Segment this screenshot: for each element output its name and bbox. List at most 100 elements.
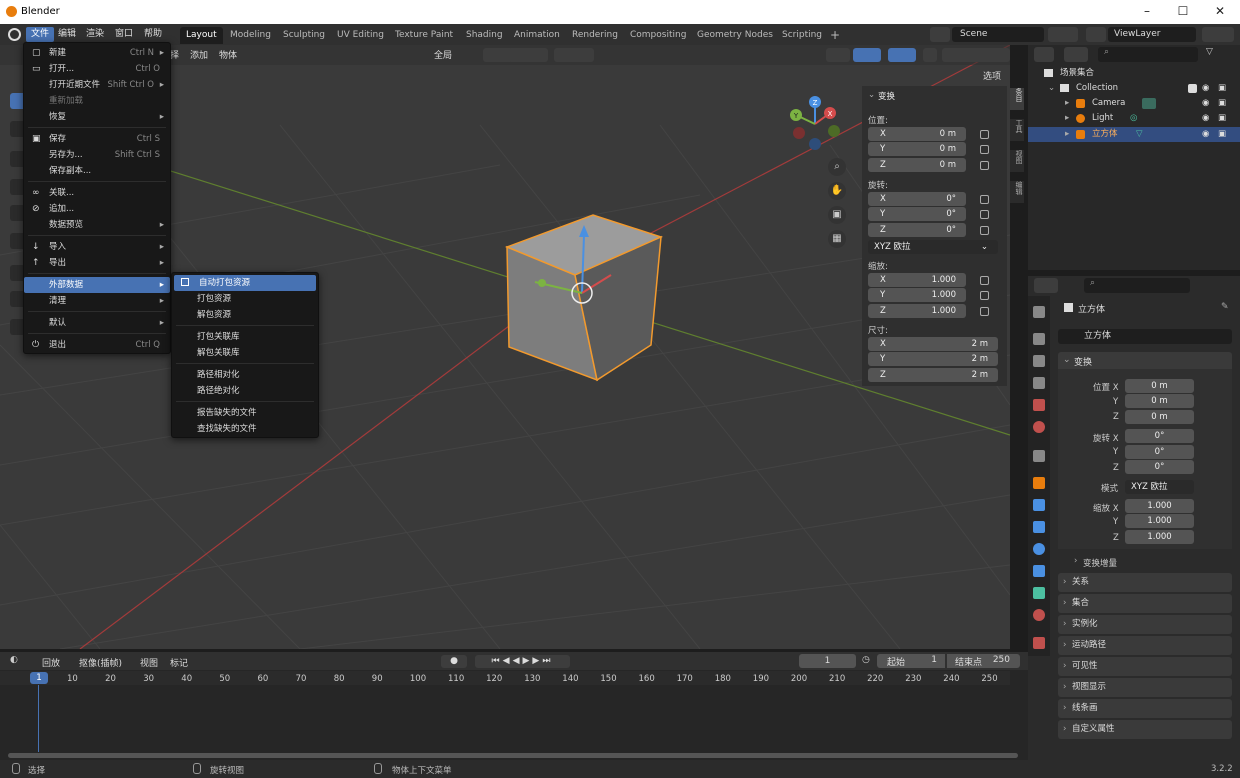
dimensions-y-field[interactable]: Y2 m [868,352,998,366]
eye-icon[interactable]: ◉ [1202,111,1209,126]
prop-rotation-x-field[interactable]: 0° [1125,429,1194,443]
editor-type-icon[interactable] [1034,278,1058,293]
playback-menu[interactable]: 回放 [42,656,60,669]
view-menu[interactable]: 视图 [140,656,158,669]
tab-layout[interactable]: Layout [180,27,223,44]
shading-mode-icons[interactable] [942,48,1010,62]
playback-controls[interactable]: ⏮◀◀▶▶⏭ [475,655,570,668]
proportional-edit-icon[interactable] [554,48,594,62]
menu-defaults[interactable]: 默认 ▸ [24,315,170,331]
sidebar-tab-edit[interactable]: 编辑 [1010,181,1024,203]
menu-import[interactable]: ↓ 导入 ▸ [24,239,170,255]
outliner-camera[interactable]: ▸ Camera ◉ ▣ [1028,96,1240,111]
overlay-toggle-icon[interactable] [888,48,916,62]
lock-icon[interactable] [980,210,989,219]
tab-scripting[interactable]: Scripting [776,27,828,44]
scale-z-field[interactable]: Z 1.000 [868,304,966,318]
lock-icon[interactable] [980,291,989,300]
scale-y-field[interactable]: Y 1.000 [868,288,966,302]
filter-icon[interactable]: ▽ [1206,47,1234,62]
sidebar-tab-item[interactable]: 条目 [1010,88,1024,110]
cube-object[interactable] [495,205,675,385]
tab-rendering[interactable]: Rendering [566,27,624,44]
display-mode-icon[interactable] [1064,47,1088,62]
gizmo-toggle-icon[interactable] [853,48,881,62]
location-z-field[interactable]: Z0 m [868,158,966,172]
tab-texture-paint[interactable]: Texture Paint [389,27,459,44]
menu-external-data[interactable]: 外部数据 ▸ [24,277,170,293]
menu-recover[interactable]: 恢复 ▸ [24,109,170,125]
section-custom-properties[interactable]: › 自定义属性 [1058,720,1232,739]
marker-menu[interactable]: 标记 [170,656,188,669]
texture-tab-icon[interactable] [1033,637,1045,649]
rotation-z-field[interactable]: Z 0° [868,223,966,237]
scene-selector-icon[interactable] [930,27,950,42]
transform-orientation-dropdown[interactable]: 全局 [418,48,478,63]
tab-modeling[interactable]: Modeling [224,27,277,44]
tool-tab-icon[interactable] [1033,306,1045,318]
viewlayer-field[interactable]: ViewLayer [1108,27,1196,42]
keying-menu[interactable]: 抠像(插帧) [79,656,122,669]
rotation-y-field[interactable]: Y 0° [868,207,966,221]
lock-icon[interactable] [980,130,989,139]
render-tab-icon[interactable] [1033,333,1045,345]
menu-render[interactable]: 渲染 [81,27,109,42]
outliner-cube[interactable]: ▸ 立方体 ▽ ◉ ▣ [1028,127,1240,142]
camera-view-icon[interactable]: ▣ [828,206,846,224]
menu-autopack[interactable]: 自动打包资源 [174,275,316,291]
close-button[interactable]: ✕ [1213,4,1227,18]
section-viewport-display[interactable]: › 视图显示 [1058,678,1232,697]
viewport-menu-add[interactable]: 添加 [190,48,208,61]
section-motion-paths[interactable]: › 运动路径 [1058,636,1232,655]
menu-make-absolute[interactable]: 路径绝对化 [172,383,318,399]
viewport-menu-object[interactable]: 物体 [219,48,237,61]
modifier-tab-icon[interactable] [1033,499,1045,511]
menu-quit[interactable]: ⏻ 退出 Ctrl Q [24,337,170,353]
lock-icon[interactable] [980,276,989,285]
editor-type-icon[interactable] [1034,47,1054,62]
scene-field[interactable]: Scene [952,27,1044,42]
rotation-mode-select[interactable]: XYZ 欧拉 [1125,480,1194,494]
scale-x-field[interactable]: X 1.000 [868,273,966,287]
add-workspace-button[interactable]: + [824,27,846,44]
physics-tab-icon[interactable] [1033,543,1045,555]
section-line-art[interactable]: › 线条画 [1058,699,1232,718]
lock-icon[interactable] [980,145,989,154]
menu-open-recent[interactable]: 打开近期文件 Shift Ctrl O ▸ [24,77,170,93]
delta-transform-subpanel[interactable]: 变换增量 [1083,557,1117,569]
maximize-button[interactable]: ☐ [1176,4,1190,18]
prop-rotation-y-field[interactable]: 0° [1125,445,1194,459]
lock-icon[interactable] [980,195,989,204]
timeline-scrollbar[interactable] [8,753,1018,758]
zoom-icon[interactable]: ⌕ [828,158,846,176]
render-camera-icon[interactable]: ▣ [1218,111,1226,126]
scene-new-button[interactable] [1048,27,1078,42]
prop-scale-y-field[interactable]: 1.000 [1125,514,1194,528]
dimensions-x-field[interactable]: X2 m [868,337,998,351]
menu-open[interactable]: ▭ 打开... Ctrl O [24,61,170,77]
light-data-icon[interactable]: ◎ [1130,111,1137,126]
tab-sculpting[interactable]: Sculpting [277,27,331,44]
dimensions-z-field[interactable]: Z2 m [868,368,998,382]
menu-append[interactable]: ⊘ 追加... [24,201,170,217]
menu-make-relative[interactable]: 路径相对化 [172,367,318,383]
stopwatch-icon[interactable]: ◷ [862,655,870,665]
menu-window[interactable]: 窗口 [110,27,138,42]
menu-file[interactable]: 文件 [26,27,55,42]
section-instancing[interactable]: › 实例化 [1058,615,1232,634]
lock-icon[interactable] [980,307,989,316]
menu-save[interactable]: ▣ 保存 Ctrl S [24,131,170,147]
sidebar-tab-view[interactable]: 视图 [1010,150,1024,172]
minimize-button[interactable]: – [1140,4,1154,18]
pan-hand-icon[interactable]: ✋ [828,182,846,200]
rotation-mode-dropdown[interactable]: XYZ 欧拉 ⌄ [868,240,998,254]
menu-data-previews[interactable]: 数据预览 ▸ [24,217,170,233]
start-frame-field[interactable]: 起始 1 [877,654,945,668]
visibility-icon[interactable] [826,48,850,62]
current-frame-field[interactable]: 1 [799,654,856,668]
menu-save-copy[interactable]: 保存副本... [24,163,170,179]
viewlayer-icon[interactable] [1086,27,1106,42]
menu-report-missing[interactable]: 报告缺失的文件 [172,405,318,421]
constraints-tab-icon[interactable] [1033,565,1045,577]
material-tab-icon[interactable] [1033,609,1045,621]
